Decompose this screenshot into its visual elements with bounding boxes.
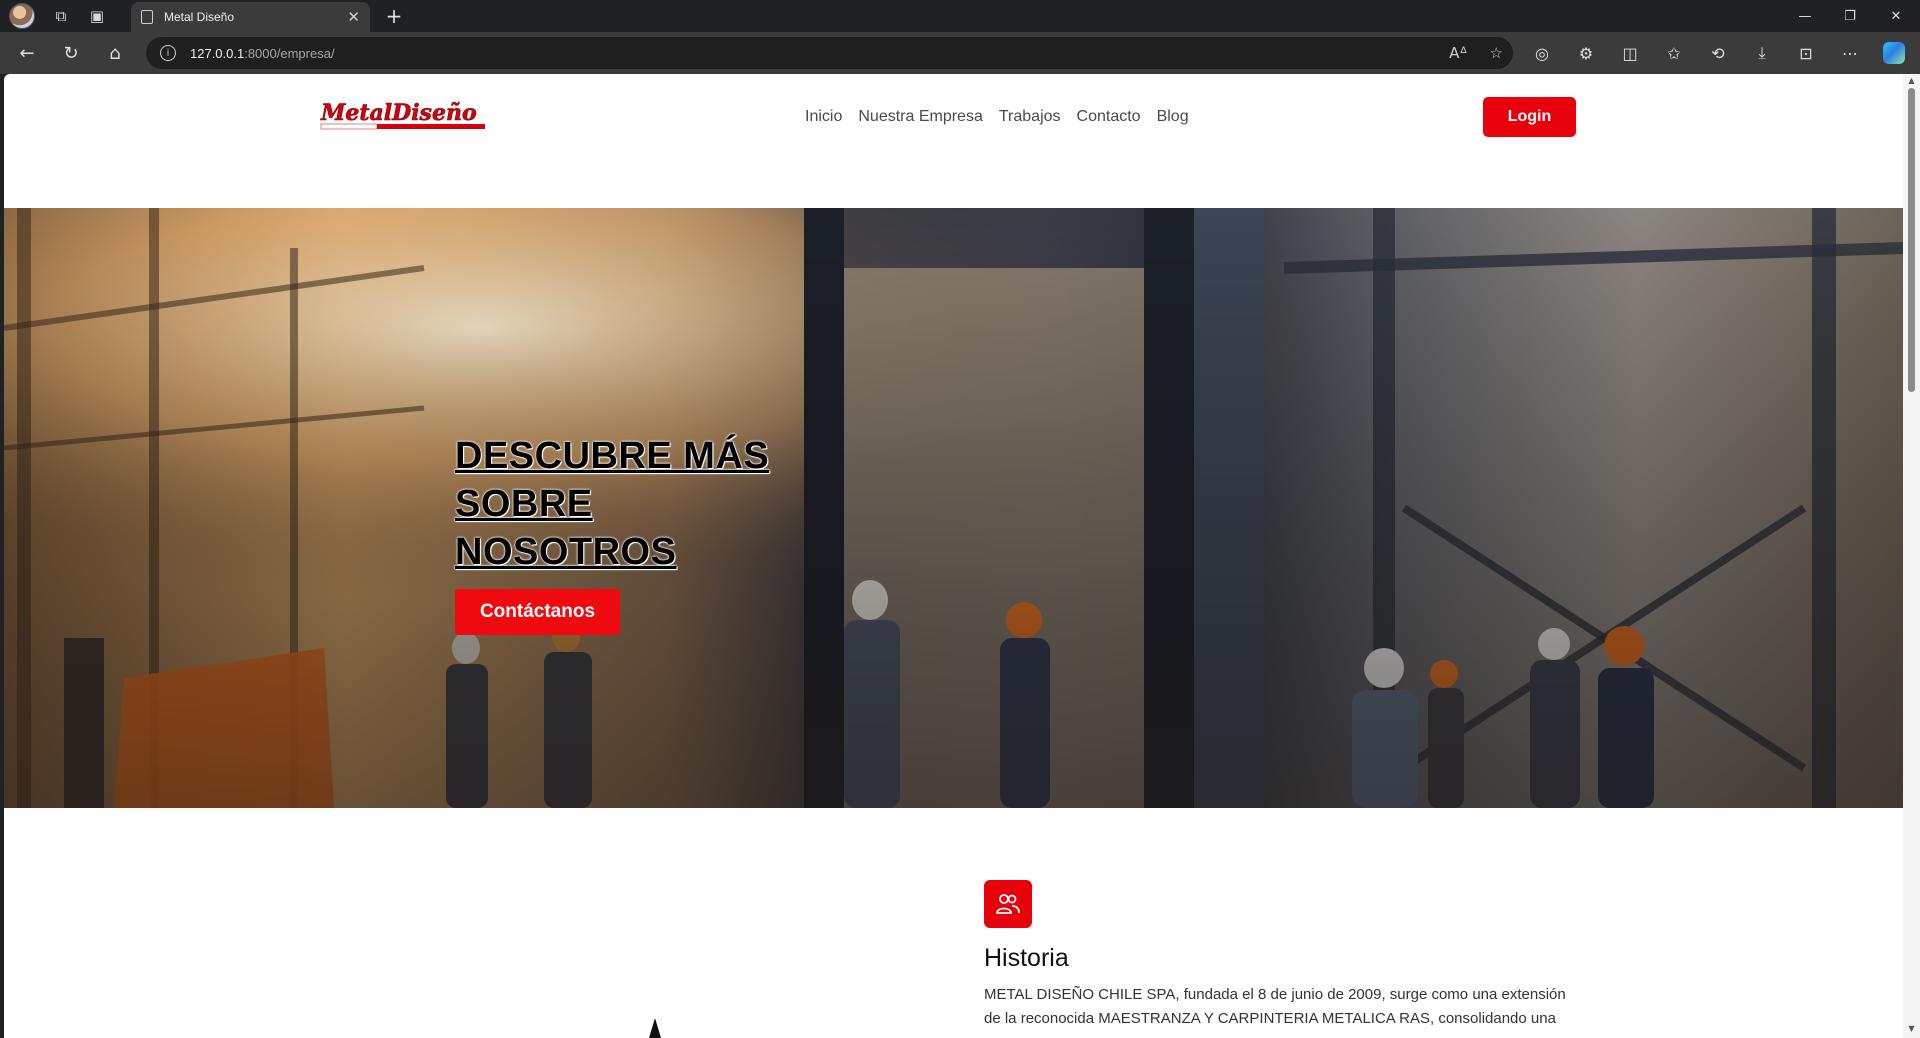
- new-tab-icon[interactable]: +: [379, 2, 409, 30]
- refresh-icon[interactable]: ↻: [49, 35, 93, 71]
- url-path: :8000/empresa/: [244, 45, 335, 61]
- workspaces-icon[interactable]: ⧉: [43, 0, 79, 32]
- scrollbar-thumb[interactable]: [1908, 88, 1915, 392]
- hero-title-line-3: NOSOTROS: [455, 531, 677, 573]
- history-title: Historia: [984, 944, 1069, 972]
- page-viewport: MetalDiseño Inicio Nuestra Empresa Traba…: [4, 74, 1903, 1038]
- restore-icon[interactable]: ❐: [1828, 0, 1872, 32]
- nav-link-blog[interactable]: Blog: [1157, 108, 1189, 126]
- profile-avatar-icon[interactable]: [9, 3, 35, 29]
- browser-tab[interactable]: Metal Diseño ✕: [131, 2, 370, 32]
- extensions-icon[interactable]: ⚙: [1564, 35, 1608, 71]
- scroll-down-icon[interactable]: ▼: [1907, 1024, 1916, 1033]
- hero-title-line-2: SOBRE: [455, 483, 593, 525]
- nav-link-contacto[interactable]: Contacto: [1077, 108, 1141, 126]
- hero-title-line-1: DESCUBRE MÁS: [455, 435, 770, 477]
- contact-us-button[interactable]: Contáctanos: [455, 589, 620, 635]
- close-window-icon[interactable]: ✕: [1874, 0, 1918, 32]
- back-icon[interactable]: ←: [5, 35, 49, 71]
- decorative-mark: [649, 1018, 661, 1038]
- nav-link-trabajos[interactable]: Trabajos: [999, 108, 1061, 126]
- copilot-icon[interactable]: [1872, 35, 1916, 71]
- address-bar[interactable]: i 127.0.0.1:8000/empresa/ Aᐞ ☆: [146, 37, 1513, 69]
- downloads-icon[interactable]: ⤓: [1740, 35, 1784, 71]
- favorites-icon[interactable]: ✩: [1652, 35, 1696, 71]
- tab-title: Metal Diseño: [164, 10, 235, 24]
- history-text-line-1: METAL DISEÑO CHILE SPA, fundada el 8 de …: [984, 986, 1566, 1003]
- home-icon[interactable]: ⌂: [93, 35, 137, 71]
- nav-link-inicio[interactable]: Inicio: [805, 108, 842, 126]
- close-tab-icon[interactable]: ✕: [347, 8, 360, 26]
- history-text-line-2: de la reconocida MAESTRANZA Y CARPINTERI…: [984, 1010, 1556, 1027]
- page-scrollbar[interactable]: ▲ ▼: [1903, 74, 1920, 1038]
- history-icon[interactable]: ⟲: [1696, 35, 1740, 71]
- nav-link-nuestra-empresa[interactable]: Nuestra Empresa: [858, 108, 983, 126]
- login-button[interactable]: Login: [1483, 97, 1576, 137]
- page-icon: [141, 10, 153, 24]
- users-icon: [984, 880, 1032, 928]
- minimize-icon[interactable]: —: [1783, 0, 1827, 32]
- metal-diseno-logo[interactable]: MetalDiseño: [319, 98, 487, 134]
- tracking-icon[interactable]: ◎: [1520, 35, 1564, 71]
- url-host: 127.0.0.1: [190, 45, 245, 61]
- main-nav: Inicio Nuestra Empresa Trabajos Contacto…: [805, 108, 1189, 126]
- history-text: METAL DISEÑO CHILE SPA, fundada el 8 de …: [984, 983, 1594, 1031]
- hero-title: DESCUBRE MÁS SOBRE NOSOTROS: [455, 432, 795, 576]
- favorite-star-icon[interactable]: ☆: [1490, 44, 1503, 62]
- split-screen-icon[interactable]: ◫: [1608, 35, 1652, 71]
- screenshot-icon[interactable]: ⊡: [1784, 35, 1828, 71]
- more-menu-icon[interactable]: ⋯: [1828, 35, 1872, 71]
- hero-factory-image: [4, 208, 1903, 808]
- hero-banner: DESCUBRE MÁS SOBRE NOSOTROS Contáctanos: [4, 208, 1903, 808]
- svg-text:MetalDiseño: MetalDiseño: [320, 100, 477, 126]
- scroll-up-icon[interactable]: ▲: [1907, 76, 1916, 85]
- tab-actions-icon[interactable]: ▣: [79, 0, 115, 32]
- site-info-icon[interactable]: i: [160, 45, 176, 61]
- read-aloud-icon[interactable]: Aᐞ: [1449, 44, 1467, 62]
